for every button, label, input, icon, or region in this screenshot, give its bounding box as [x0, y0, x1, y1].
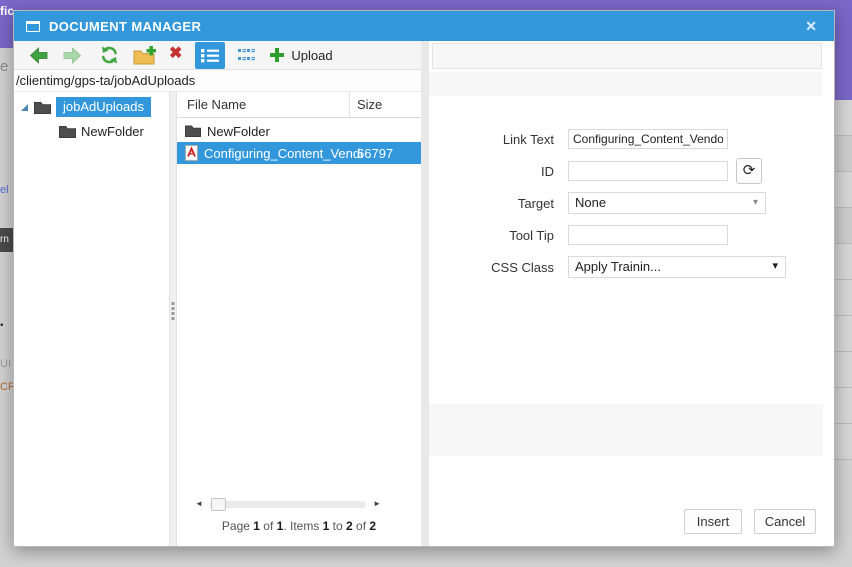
list-properties-splitter[interactable] [421, 41, 429, 546]
scroll-right-icon[interactable]: ► [373, 500, 381, 508]
refresh-circle-icon: ⟳ [742, 162, 756, 179]
upload-button[interactable]: Upload [269, 42, 333, 69]
scrollbar-thumb[interactable] [210, 497, 226, 511]
background-text-fragment: UI [0, 358, 11, 370]
folder-icon [59, 125, 76, 138]
css-class-label: CSS Class [491, 259, 554, 275]
tool-tip-input[interactable] [568, 225, 728, 245]
background-text-fragment: CRI [0, 381, 13, 393]
background-text-fragment: e [0, 58, 9, 75]
file-toolbar: ✖ Upload [14, 41, 421, 70]
list-view-button[interactable] [195, 41, 226, 69]
id-refresh-button[interactable]: ⟳ [736, 158, 762, 184]
target-label: Target [517, 195, 554, 211]
background-header-strip [0, 0, 852, 10]
file-row-newfolder[interactable]: NewFolder [177, 120, 421, 142]
new-folder-icon [133, 45, 156, 65]
chevron-down-icon[interactable]: ▾ [753, 197, 758, 208]
column-header-size[interactable]: Size [357, 97, 382, 112]
list-view-icon [201, 48, 220, 63]
file-name[interactable]: Configuring_Content_Vendo [204, 146, 362, 161]
grid-view-icon [237, 48, 255, 63]
background-text-fragment: fic [0, 4, 13, 18]
scroll-left-icon[interactable]: ◄ [195, 500, 203, 508]
properties-footer-placeholder [429, 404, 823, 456]
delete-icon: ✖ [169, 45, 183, 62]
grid-view-button[interactable] [232, 42, 260, 69]
target-value: None [575, 195, 607, 210]
close-icon[interactable]: ✕ [800, 18, 822, 35]
form-row-id: ID ⟳ [429, 158, 762, 184]
explorer-section: ✖ Upload /clientimg/gps-ta/jobAdUploads … [14, 41, 421, 546]
back-button[interactable] [29, 42, 49, 69]
splitter-grip-icon[interactable] [171, 302, 175, 320]
background-header-right [835, 0, 852, 100]
dialog-body: ✖ Upload /clientimg/gps-ta/jobAdUploads … [14, 41, 834, 546]
file-row-selected[interactable]: Configuring_Content_Vendo 66797 [177, 142, 421, 164]
css-class-value: Apply Trainin... [575, 259, 661, 274]
tree-item-jobadUploads[interactable]: jobAdUploads [14, 96, 169, 118]
document-manager-dialog: DOCUMENT MANAGER ✕ ✖ Upload /clientimg/g… [13, 10, 835, 547]
dialog-titlebar[interactable]: DOCUMENT MANAGER ✕ [14, 11, 834, 41]
explorer-panes: jobAdUploads NewFolder File Name Size Ne… [14, 92, 421, 546]
pagination-status: Page 1 of 1. Items 1 to 2 of 2 [221, 519, 377, 533]
folder-tree: jobAdUploads NewFolder [14, 92, 169, 546]
cancel-button[interactable]: Cancel [754, 509, 816, 534]
delete-button[interactable]: ✖ [169, 42, 182, 69]
link-text-label: Link Text [502, 131, 554, 147]
column-header-file-name[interactable]: File Name [187, 97, 246, 112]
dialog-title: DOCUMENT MANAGER [49, 18, 202, 34]
screen: fic e el rn ▪ UI CRI DOCUMENT MANAGER ✕ [0, 0, 852, 567]
back-arrow-icon [29, 46, 49, 64]
link-text-input[interactable] [568, 129, 728, 149]
tree-item-label[interactable]: jobAdUploads [56, 97, 151, 117]
upload-plus-icon [269, 47, 285, 63]
refresh-button[interactable] [99, 42, 120, 69]
id-input[interactable] [568, 161, 728, 181]
properties-header-placeholder [429, 72, 822, 96]
scrollbar-track[interactable] [209, 497, 367, 511]
form-row-tool-tip: Tool Tip [429, 222, 728, 248]
tree-item-label[interactable]: NewFolder [81, 124, 144, 139]
tree-expand-icon[interactable] [21, 103, 28, 111]
tree-list-splitter[interactable] [169, 92, 177, 546]
form-row-css-class: CSS Class Apply Trainin... ▾ [429, 254, 786, 280]
properties-panel: Link Text ID ⟳ Target None ▾ Tool Tip [429, 41, 834, 546]
file-rows: NewFolder Configuring_Content_Vendo 6679… [177, 118, 421, 164]
window-icon [26, 20, 40, 32]
refresh-icon [99, 45, 120, 65]
horizontal-scrollbar[interactable]: ◄ ► [177, 496, 421, 512]
upload-label: Upload [291, 47, 333, 63]
file-list-empty-area [177, 164, 421, 496]
address-path: /clientimg/gps-ta/jobAdUploads [14, 70, 421, 92]
properties-toolbar-placeholder [432, 43, 822, 69]
background-button-fragment: rn [0, 228, 13, 252]
file-name[interactable]: NewFolder [207, 124, 270, 139]
forward-button[interactable] [62, 42, 82, 69]
background-link-fragment: el [0, 184, 9, 196]
chevron-down-icon[interactable]: ▾ [772, 261, 778, 272]
form-row-link-text: Link Text [429, 126, 728, 152]
folder-icon [34, 101, 51, 114]
forward-arrow-icon [62, 46, 82, 64]
folder-icon [185, 125, 201, 137]
background-table-rows [835, 100, 852, 460]
file-size: 66797 [357, 145, 394, 161]
file-list: File Name Size NewFolder Configuring_Con… [177, 92, 421, 546]
background-icon-fragment: ▪ [0, 320, 4, 331]
css-class-dropdown[interactable]: Apply Trainin... ▾ [568, 256, 786, 278]
pdf-file-icon [185, 145, 198, 161]
column-divider[interactable] [349, 92, 350, 117]
file-list-header: File Name Size [177, 92, 421, 118]
target-dropdown[interactable]: None ▾ [568, 192, 766, 214]
background-header-left: fic [0, 0, 13, 48]
form-row-target: Target None ▾ [429, 190, 766, 216]
new-folder-button[interactable] [133, 42, 156, 69]
tree-item-newfolder[interactable]: NewFolder [14, 120, 169, 142]
id-label: ID [541, 163, 554, 179]
tool-tip-label: Tool Tip [509, 227, 554, 243]
insert-button[interactable]: Insert [684, 509, 742, 534]
